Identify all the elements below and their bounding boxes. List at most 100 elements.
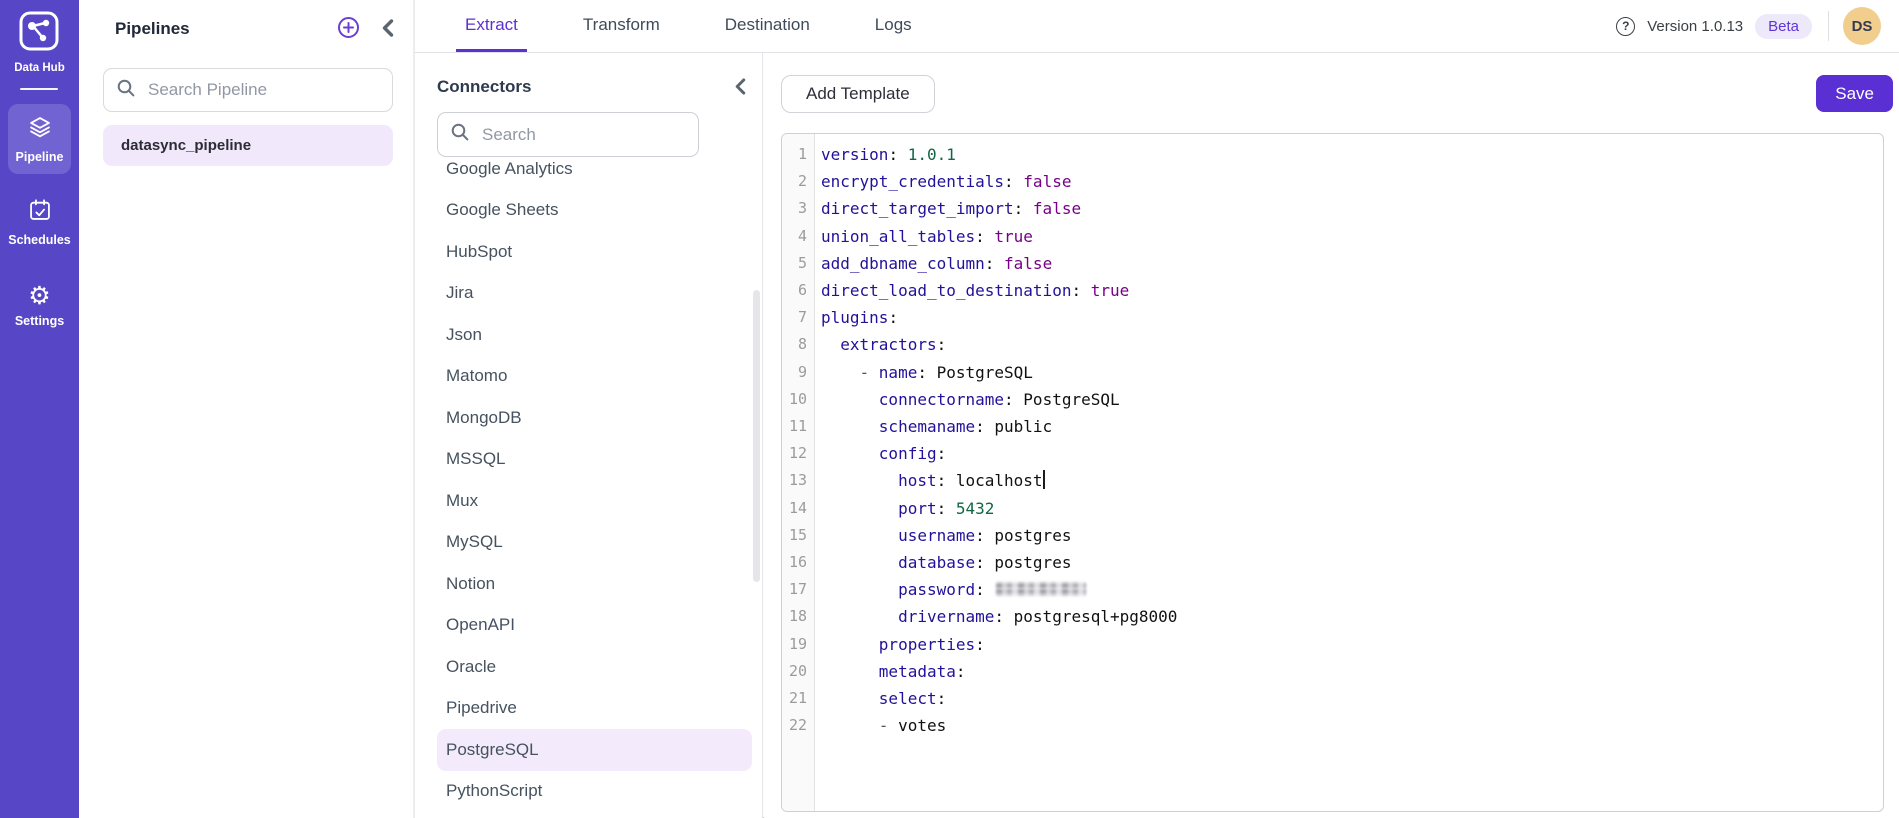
editor-area: Add Template Save 1 2 3 4 5 6 7 8 9 10 11 12 13 14 15 1… bbox=[764, 53, 1899, 818]
sidebar-nav: Pipeline Schedules ⚙ Settings bbox=[8, 104, 71, 340]
code-line: version: 1.0.1 bbox=[821, 145, 956, 164]
add-template-button[interactable]: Add Template bbox=[781, 75, 935, 113]
code-content[interactable]: version: 1.0.1 encrypt_credentials: false… bbox=[815, 134, 1883, 811]
connector-item-mux[interactable]: Mux bbox=[437, 480, 752, 522]
collapse-pipelines-button[interactable] bbox=[380, 18, 395, 41]
code-line: schemaname: public bbox=[878, 417, 1053, 437]
data-hub-logo-icon bbox=[18, 10, 60, 57]
code-line: direct_target_import: false bbox=[821, 199, 1082, 219]
sidebar-item-settings[interactable]: ⚙ Settings bbox=[8, 270, 71, 340]
sidebar-item-schedules[interactable]: Schedules bbox=[8, 187, 71, 257]
connectors-title: Connectors bbox=[437, 77, 532, 96]
help-icon[interactable]: ? bbox=[1616, 16, 1636, 36]
connector-list: Google Analytics Google Sheets HubSpot Jira… bbox=[415, 160, 762, 818]
search-icon bbox=[450, 122, 470, 147]
connector-item-postgresql[interactable]: PostgreSQL bbox=[437, 729, 752, 771]
connector-item-pythonscript[interactable]: PythonScript bbox=[437, 771, 752, 813]
user-avatar[interactable]: DS bbox=[1843, 7, 1881, 45]
line-number: 9 bbox=[797, 362, 807, 381]
code-line: select: bbox=[878, 689, 947, 709]
line-number: 2 bbox=[797, 172, 807, 191]
code-line: properties: bbox=[878, 634, 985, 654]
layers-icon bbox=[27, 114, 53, 145]
code-line: host: localhost bbox=[898, 470, 1045, 491]
connector-item-google-sheets[interactable]: Google Sheets bbox=[437, 190, 752, 232]
pipeline-search-input[interactable] bbox=[148, 80, 380, 100]
connector-item-mysql[interactable]: MySQL bbox=[437, 522, 752, 564]
connector-item-mssql[interactable]: MSSQL bbox=[437, 439, 752, 481]
calendar-check-icon bbox=[27, 197, 53, 228]
topbar-divider bbox=[1828, 11, 1829, 41]
line-number: 18 bbox=[788, 607, 807, 626]
connector-item-pipedrive[interactable]: Pipedrive bbox=[437, 688, 752, 730]
code-line: extractors: bbox=[840, 335, 947, 355]
connector-item-oracle[interactable]: Oracle bbox=[437, 646, 752, 688]
yaml-code-editor[interactable]: 1 2 3 4 5 6 7 8 9 10 11 12 13 14 15 16 17 18 19 20 21 22 vers… bbox=[781, 133, 1884, 812]
connector-item-openapi[interactable]: OpenAPI bbox=[437, 605, 752, 647]
code-line: encrypt_credentials: false bbox=[821, 172, 1072, 192]
pipeline-item-datasync-pipeline[interactable]: datasync_pipeline bbox=[103, 125, 393, 166]
line-number: 10 bbox=[788, 389, 807, 408]
main-sidebar: Data Hub Pipeline Schedules ⚙ Settings bbox=[0, 0, 79, 818]
code-line: database: postgres bbox=[898, 553, 1072, 573]
connector-item-matomo[interactable]: Matomo bbox=[437, 356, 752, 398]
sidebar-item-label: Settings bbox=[14, 313, 65, 328]
code-line: direct_load_to_destination: true bbox=[821, 281, 1130, 301]
line-number: 22 bbox=[788, 716, 807, 735]
connector-item-google-analytics[interactable]: Google Analytics bbox=[437, 160, 752, 190]
code-line: metadata: bbox=[878, 661, 966, 681]
code-line: connectorname: PostgreSQL bbox=[878, 389, 1120, 409]
line-number: 8 bbox=[797, 335, 807, 354]
line-number: 7 bbox=[797, 308, 807, 327]
sidebar-item-pipeline[interactable]: Pipeline bbox=[8, 104, 71, 174]
code-line: config: bbox=[878, 444, 947, 464]
app-logo[interactable]: Data Hub bbox=[14, 10, 65, 90]
code-line: - votes bbox=[878, 716, 947, 736]
pipelines-panel: Pipelines Search Pipeline datasync_pipel… bbox=[79, 0, 415, 818]
code-line: plugins: bbox=[821, 308, 899, 328]
line-number: 11 bbox=[788, 417, 807, 436]
line-number-gutter: 1 2 3 4 5 6 7 8 9 10 11 12 13 14 15 16 17 18 19 20 21 22 bbox=[782, 134, 815, 811]
sidebar-divider bbox=[20, 88, 59, 90]
connector-item-jira[interactable]: Jira bbox=[437, 273, 752, 315]
code-line: add_dbname_column: false bbox=[821, 253, 1053, 273]
connector-item-notion[interactable]: Notion bbox=[437, 563, 752, 605]
connector-item-mongodb[interactable]: MongoDB bbox=[437, 397, 752, 439]
redacted-password bbox=[996, 582, 1087, 597]
line-number: 6 bbox=[797, 281, 807, 300]
add-pipeline-button[interactable] bbox=[337, 16, 360, 42]
collapse-connectors-button[interactable] bbox=[733, 77, 747, 99]
line-number: 15 bbox=[788, 525, 807, 544]
code-line: password: bbox=[821, 576, 1883, 603]
line-number: 21 bbox=[788, 689, 807, 708]
tab-destination[interactable]: Destination bbox=[716, 0, 819, 52]
tab-transform[interactable]: Transform bbox=[574, 0, 669, 52]
chevron-left-icon bbox=[733, 77, 747, 99]
connector-item-hubspot[interactable]: HubSpot bbox=[437, 231, 752, 273]
tab-extract[interactable]: Extract bbox=[456, 0, 527, 52]
line-number: 3 bbox=[797, 199, 807, 218]
app-name: Data Hub bbox=[14, 62, 65, 74]
sidebar-item-label: Pipeline bbox=[15, 150, 64, 164]
save-button[interactable]: Save bbox=[1816, 75, 1893, 112]
pipeline-search-box bbox=[103, 68, 393, 112]
connectors-panel: Connectors Google AnalyticsGoogle Sheets… bbox=[415, 53, 763, 818]
line-number: 1 bbox=[797, 145, 807, 163]
tab-bar: Extract Transform Destination Logs bbox=[415, 0, 921, 52]
tab-logs[interactable]: Logs bbox=[866, 0, 921, 52]
chevron-left-icon bbox=[380, 18, 395, 41]
connector-list-scrollbar[interactable] bbox=[753, 290, 760, 582]
connector-search-input[interactable] bbox=[482, 124, 703, 145]
code-line: union_all_tables: true bbox=[821, 226, 1033, 246]
plus-circle-icon bbox=[337, 16, 360, 42]
code-line: - name: PostgreSQL bbox=[859, 362, 1033, 382]
connector-search-box bbox=[437, 112, 703, 157]
search-icon bbox=[116, 78, 136, 103]
line-number: 17 bbox=[788, 580, 807, 599]
line-number: 13 bbox=[788, 471, 807, 490]
line-number: 14 bbox=[788, 498, 807, 517]
code-line: port: 5432 bbox=[898, 498, 995, 518]
topbar-right: ? Version 1.0.13 Beta DS bbox=[1616, 0, 1899, 52]
app-window: Data Hub Pipeline Schedules ⚙ Settings P… bbox=[0, 0, 1899, 818]
connector-item-json[interactable]: Json bbox=[437, 314, 752, 356]
